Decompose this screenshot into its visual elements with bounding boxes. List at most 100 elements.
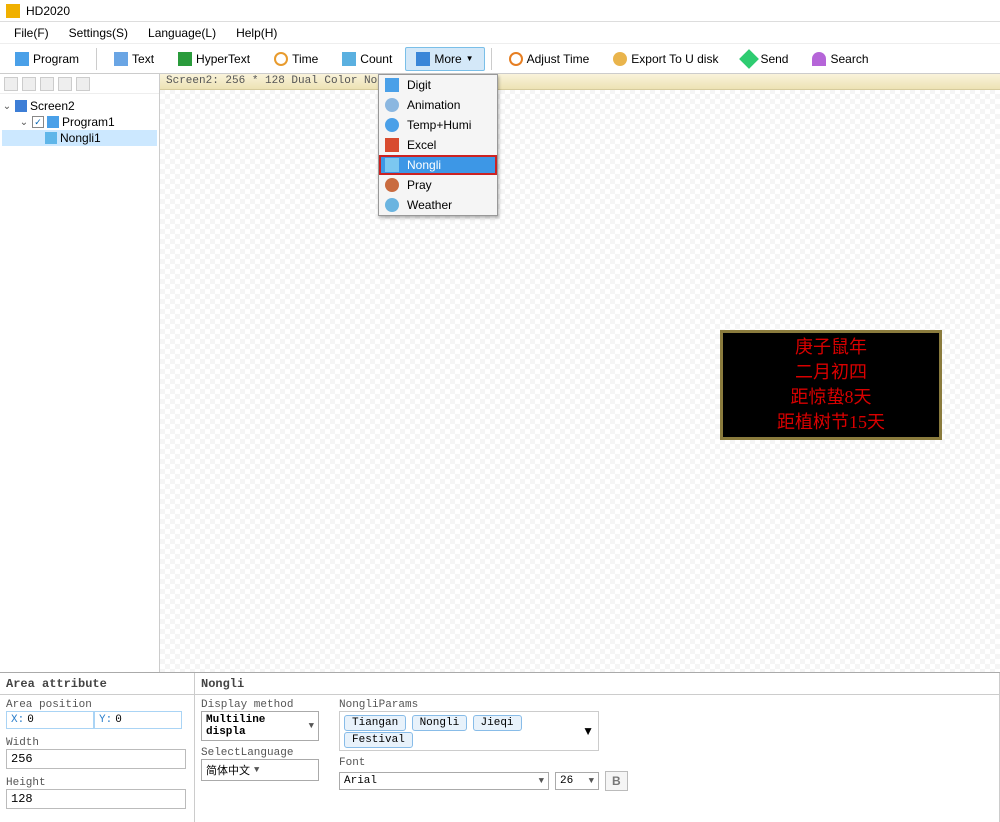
- panel-title: Nongli: [195, 673, 999, 695]
- dropdown-nongli[interactable]: Nongli: [379, 155, 497, 175]
- dd-label: Temp+Humi: [407, 118, 471, 132]
- preview-line: 二月初四: [795, 360, 867, 385]
- display-method-value: Multiline displa: [206, 714, 305, 738]
- tree-tool-icon[interactable]: [76, 77, 90, 91]
- send-icon: [740, 49, 760, 69]
- adjust-time-icon: [509, 52, 523, 66]
- language-value: 简体中文: [206, 762, 250, 778]
- text-label: Text: [132, 52, 154, 66]
- y-value: 0: [115, 714, 122, 726]
- toolbar-sep: [96, 48, 97, 70]
- canvas-header: Screen2: 256 * 128 Dual Color No graylev…: [160, 74, 1000, 90]
- more-button[interactable]: More ▼: [405, 47, 484, 71]
- export-button[interactable]: Export To U disk: [602, 47, 729, 71]
- font-name-select[interactable]: Arial ▼: [339, 772, 549, 790]
- display-method-select[interactable]: Multiline displa ▼: [201, 711, 319, 741]
- nongli-panel: Nongli Display method Multiline displa ▼…: [195, 673, 1000, 822]
- wifi-icon: [812, 52, 826, 66]
- animation-icon: [385, 98, 399, 112]
- send-button[interactable]: Send: [731, 47, 799, 71]
- area-position-label: Area position: [6, 699, 188, 711]
- export-icon: [613, 52, 627, 66]
- param-tag[interactable]: Nongli: [412, 715, 468, 731]
- adjust-time-label: Adjust Time: [527, 52, 590, 66]
- font-size-select[interactable]: 26 ▼: [555, 772, 599, 790]
- preview-line: 距植树节15天: [777, 410, 885, 435]
- menu-bar: File(F) Settings(S) Language(L) Help(H): [0, 22, 1000, 44]
- width-input[interactable]: 256: [6, 749, 186, 769]
- x-input[interactable]: X: 0: [6, 711, 94, 729]
- chevron-down-icon: ▼: [539, 776, 544, 786]
- text-button[interactable]: Text: [103, 47, 165, 71]
- tree-tool-icon[interactable]: [22, 77, 36, 91]
- menu-file[interactable]: File(F): [4, 23, 59, 43]
- params-label: NongliParams: [339, 699, 628, 711]
- checkbox-icon[interactable]: ✓: [32, 116, 44, 128]
- tree-toggle-icon[interactable]: ⌄: [2, 101, 12, 112]
- param-tag[interactable]: Tiangan: [344, 715, 406, 731]
- screen-icon: [15, 100, 27, 112]
- dd-label: Digit: [407, 78, 431, 92]
- export-label: Export To U disk: [631, 52, 718, 66]
- time-button[interactable]: Time: [263, 47, 329, 71]
- menu-settings[interactable]: Settings(S): [59, 23, 138, 43]
- tree-toggle-icon[interactable]: ⌄: [19, 117, 29, 128]
- tree-screen-node[interactable]: ⌄ Screen2: [2, 98, 157, 114]
- adjust-time-button[interactable]: Adjust Time: [498, 47, 601, 71]
- send-label: Send: [760, 52, 788, 66]
- tree: ⌄ Screen2 ⌄ ✓ Program1 Nongli1: [0, 94, 159, 150]
- menu-language[interactable]: Language(L): [138, 23, 226, 43]
- menu-help[interactable]: Help(H): [226, 23, 287, 43]
- led-preview: 庚子鼠年 二月初四 距惊蛰8天 距植树节15天: [720, 330, 942, 440]
- params-select[interactable]: Tiangan Nongli Jieqi Festival ▼: [339, 711, 599, 751]
- tree-tool-icon[interactable]: [4, 77, 18, 91]
- height-input[interactable]: 128: [6, 789, 186, 809]
- hypertext-button[interactable]: HyperText: [167, 47, 261, 71]
- display-method-label: Display method: [201, 699, 319, 711]
- program-button[interactable]: Program: [4, 47, 90, 71]
- x-value: 0: [27, 714, 34, 726]
- width-label: Width: [6, 737, 188, 749]
- tree-nongli-node[interactable]: Nongli1: [2, 130, 157, 146]
- dropdown-weather[interactable]: Weather: [379, 195, 497, 215]
- dropdown-temphumi[interactable]: Temp+Humi: [379, 115, 497, 135]
- font-size-value: 26: [560, 775, 573, 787]
- app-title: HD2020: [26, 4, 70, 18]
- weather-icon: [385, 198, 399, 212]
- y-input[interactable]: Y: 0: [94, 711, 182, 729]
- font-label: Font: [339, 757, 628, 769]
- dropdown-animation[interactable]: Animation: [379, 95, 497, 115]
- more-label: More: [434, 52, 461, 66]
- chevron-down-icon: ▼: [254, 765, 259, 775]
- time-label: Time: [292, 52, 318, 66]
- dropdown-pray[interactable]: Pray: [379, 175, 497, 195]
- dropdown-excel[interactable]: Excel: [379, 135, 497, 155]
- panel-title: Area attribute: [0, 673, 194, 695]
- x-label: X:: [11, 714, 24, 726]
- preview-line: 距惊蛰8天: [791, 385, 872, 410]
- dropdown-digit[interactable]: Digit: [379, 75, 497, 95]
- count-label: Count: [360, 52, 392, 66]
- bold-button[interactable]: B: [605, 771, 628, 791]
- param-tag[interactable]: Festival: [344, 732, 413, 748]
- tree-program-node[interactable]: ⌄ ✓ Program1: [2, 114, 157, 130]
- search-button[interactable]: Search: [801, 47, 879, 71]
- chevron-down-icon: ▼: [589, 776, 594, 786]
- more-icon: [416, 52, 430, 66]
- count-button[interactable]: Count: [331, 47, 403, 71]
- tree-panel: ⌄ Screen2 ⌄ ✓ Program1 Nongli1: [0, 74, 160, 672]
- toolbar-sep: [491, 48, 492, 70]
- tree-tool-icon[interactable]: [58, 77, 72, 91]
- param-tag[interactable]: Jieqi: [473, 715, 522, 731]
- program-icon: [15, 52, 29, 66]
- dd-label: Nongli: [407, 158, 441, 172]
- toolbar: Program Text HyperText Time Count More ▼…: [0, 44, 1000, 74]
- height-label: Height: [6, 777, 188, 789]
- language-select[interactable]: 简体中文 ▼: [201, 759, 319, 781]
- text-icon: [114, 52, 128, 66]
- tree-tool-icon[interactable]: [40, 77, 54, 91]
- preview-line: 庚子鼠年: [795, 335, 867, 360]
- bottom-panels: Area attribute Area position X: 0 Y: 0 W…: [0, 672, 1000, 822]
- pray-icon: [385, 178, 399, 192]
- title-bar: HD2020: [0, 0, 1000, 22]
